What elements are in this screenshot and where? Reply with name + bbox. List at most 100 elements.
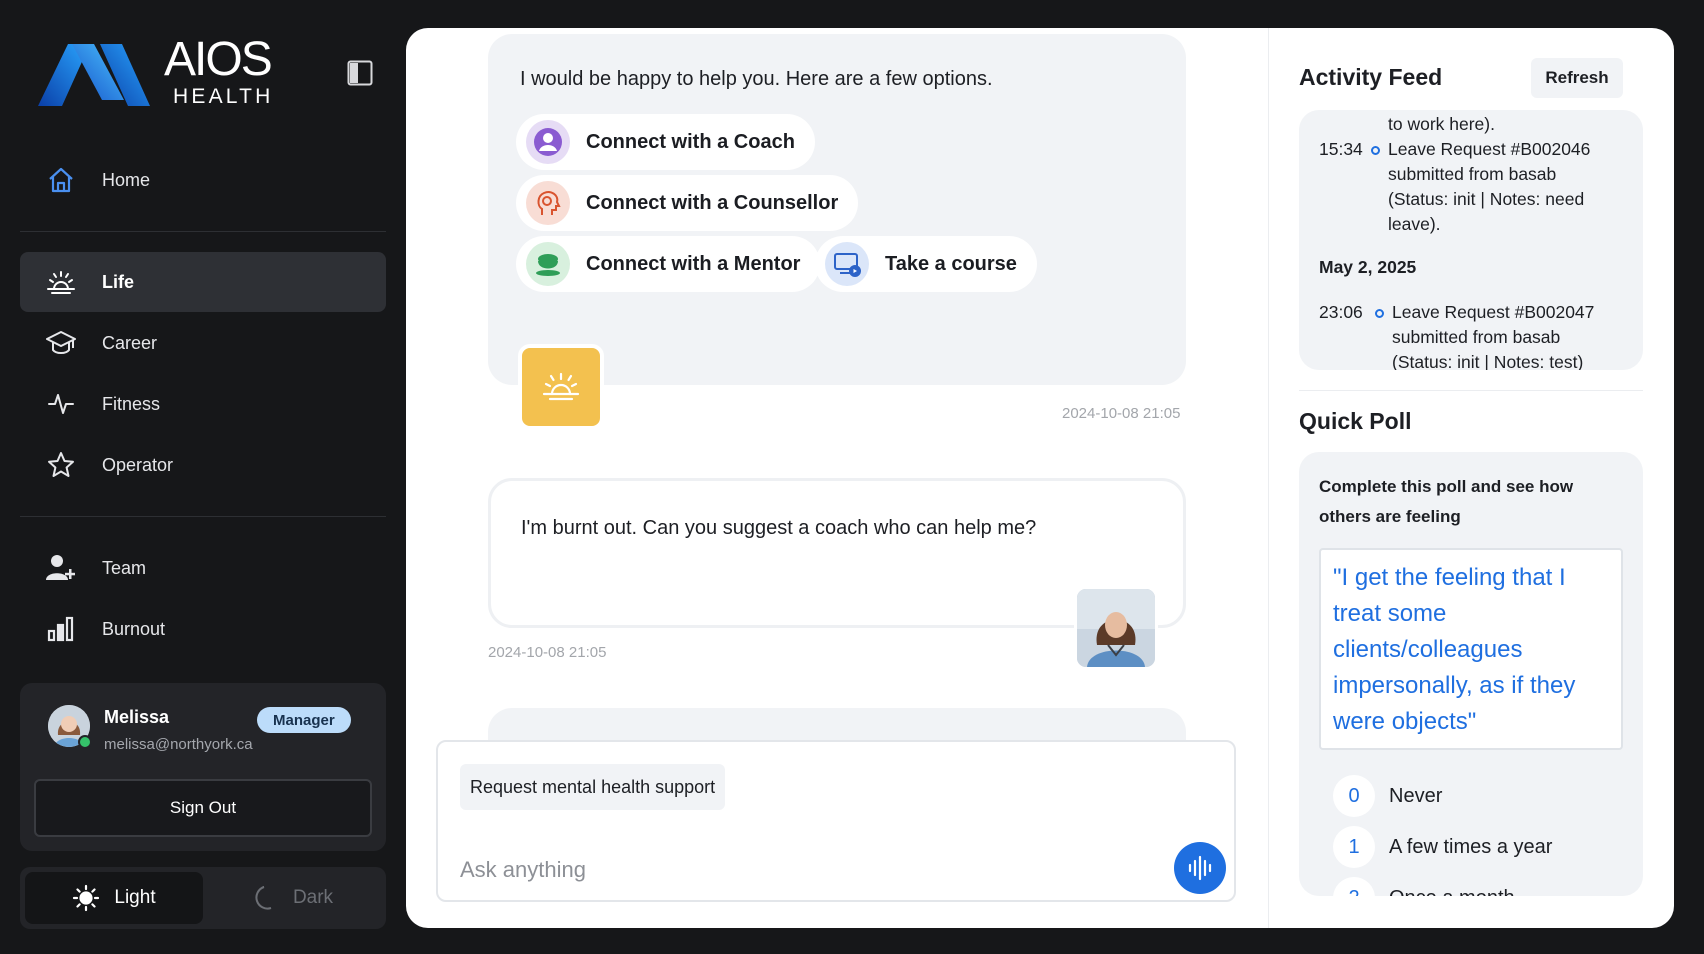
theme-light-option[interactable]: Light <box>25 872 203 924</box>
poll-option[interactable]: 0 Never <box>1333 774 1442 818</box>
suggestion-chip[interactable]: Request mental health support <box>460 764 726 810</box>
sidebar-toggle-icon <box>347 60 373 86</box>
user-message-timestamp: 2024-10-08 21:05 <box>488 644 607 661</box>
poll-option-value: 2 <box>1333 877 1375 896</box>
bar-chart-icon <box>46 614 76 644</box>
user-message-text: I'm burnt out. Can you suggest a coach w… <box>521 517 1037 539</box>
timeline-dot-icon <box>1375 309 1384 318</box>
add-user-icon <box>46 553 76 583</box>
connect-counsellor-button[interactable]: Connect with a Counsellor <box>516 175 859 231</box>
feed-entry-text: (Status: init | Notes: need <box>1388 189 1585 209</box>
video-course-icon <box>825 242 869 286</box>
theme-light-label: Light <box>114 887 156 908</box>
feed-entry-text: (Status: init | Notes: test) <box>1392 352 1584 370</box>
poll-option-value: 1 <box>1333 826 1375 868</box>
brand-logo[interactable]: AIOS HEALTH <box>38 36 274 107</box>
poll-option[interactable]: 1 A few times a year <box>1333 825 1552 869</box>
graduation-cap-icon <box>46 328 76 358</box>
feed-entry-text: submitted from basab <box>1388 164 1557 184</box>
star-icon <box>46 450 76 480</box>
bot-message-bubble: I would be happy to help you. Here are a… <box>488 34 1186 385</box>
activity-feed-title: Activity Feed <box>1299 64 1443 90</box>
refresh-button[interactable]: Refresh <box>1531 58 1623 98</box>
brain-head-icon <box>526 181 570 225</box>
feed-date-header: May 2, 2025 <box>1319 257 1417 277</box>
user-name: Melissa <box>104 707 170 727</box>
bot-message-timestamp: 2024-10-08 21:05 <box>1062 405 1181 422</box>
take-course-label: Take a course <box>885 252 1017 275</box>
nav-item-career[interactable]: Career <box>20 313 386 373</box>
role-badge: Manager <box>257 707 351 733</box>
bot-message-text: I would be happy to help you. Here are a… <box>520 68 993 90</box>
quick-poll-card: Complete this poll and see how others ar… <box>1299 452 1643 896</box>
poll-option[interactable]: 2 Once a month <box>1333 876 1515 896</box>
nav-label-fitness: Fitness <box>102 393 161 414</box>
main-panel: I would be happy to help you. Here are a… <box>406 28 1674 928</box>
nav-item-home[interactable]: Home <box>20 150 386 210</box>
brand-tagline: HEALTH <box>173 85 274 108</box>
sidebar: AIOS HEALTH Home Life Career Fitness Ope… <box>0 0 400 954</box>
feed-entry-text: leave). <box>1388 214 1441 234</box>
activity-feed-list[interactable]: to work here). 15:34 Leave Request #B002… <box>1299 110 1643 370</box>
ask-input[interactable] <box>460 852 1120 888</box>
right-panel: Activity Feed Refresh to work here). 15:… <box>1269 28 1674 928</box>
coach-icon <box>526 120 570 164</box>
user-email: melissa@northyork.ca <box>104 736 253 753</box>
nav-item-burnout[interactable]: Burnout <box>20 599 386 659</box>
nav-label-life: Life <box>102 271 135 292</box>
brand-name: AIOS <box>164 33 273 86</box>
sun-icon <box>72 884 100 912</box>
connect-mentor-button[interactable]: Connect with a Mentor <box>516 236 821 292</box>
section-divider <box>1299 390 1643 391</box>
nav-item-fitness[interactable]: Fitness <box>20 374 386 434</box>
waveform-icon <box>1188 855 1212 881</box>
sunrise-icon <box>46 267 76 297</box>
sunrise-icon <box>542 372 580 401</box>
connect-mentor-label: Connect with a Mentor <box>586 252 801 275</box>
sign-out-button[interactable]: Sign Out <box>34 779 372 837</box>
theme-dark-label: Dark <box>292 887 334 908</box>
online-status-indicator <box>78 735 92 749</box>
aios-logo-icon <box>38 43 150 106</box>
user-profile-card: Melissa Manager melissa@northyork.ca Sig… <box>20 683 386 851</box>
nav-item-life[interactable]: Life <box>20 252 386 312</box>
nav-label-team: Team <box>102 557 147 578</box>
feed-entry-time: 15:34 <box>1319 139 1363 159</box>
nav-label-operator: Operator <box>102 454 174 475</box>
feed-entry-text: Leave Request #B002047 <box>1392 302 1595 322</box>
nav-item-team[interactable]: Team <box>20 538 386 598</box>
connect-counsellor-label: Connect with a Counsellor <box>586 191 839 214</box>
feed-entry-text: submitted from basab <box>1392 327 1561 347</box>
feed-entry-text: to work here). <box>1388 114 1495 134</box>
nav-label-career: Career <box>102 332 158 353</box>
sidebar-divider <box>20 231 386 232</box>
connect-coach-button[interactable]: Connect with a Coach <box>516 114 815 170</box>
poll-option-value: 0 <box>1333 775 1375 817</box>
mentor-icon <box>526 242 570 286</box>
timeline-dot-icon <box>1371 146 1380 155</box>
poll-option-label: A few times a year <box>1389 835 1553 858</box>
chat-area: I would be happy to help you. Here are a… <box>406 28 1268 928</box>
voice-input-button[interactable] <box>1174 842 1226 894</box>
user-message-avatar <box>1074 586 1158 670</box>
nav-label-home: Home <box>102 169 151 190</box>
nav-label-burnout: Burnout <box>102 618 166 639</box>
connect-coach-label: Connect with a Coach <box>586 130 795 153</box>
collapse-sidebar-button[interactable] <box>347 60 373 86</box>
poll-option-label: Once a month <box>1389 887 1515 897</box>
quick-poll-title: Quick Poll <box>1299 408 1412 434</box>
theme-dark-option[interactable]: Dark <box>203 872 381 924</box>
pulse-icon <box>46 389 76 419</box>
home-icon <box>46 165 76 195</box>
feed-entry-time: 23:06 <box>1319 302 1363 322</box>
poll-question: "I get the feeling that I treat some cli… <box>1319 548 1623 750</box>
poll-intro-text: Complete this poll and see how others ar… <box>1319 477 1574 526</box>
chat-composer: Request mental health support <box>436 740 1236 902</box>
take-course-button[interactable]: Take a course <box>815 236 1037 292</box>
theme-switch: Light Dark <box>20 867 386 929</box>
bot-avatar <box>518 344 604 430</box>
poll-option-label: Never <box>1389 784 1443 807</box>
moon-icon <box>251 884 279 912</box>
nav-item-operator[interactable]: Operator <box>20 435 386 495</box>
feed-entry-text: Leave Request #B002046 <box>1388 139 1591 159</box>
